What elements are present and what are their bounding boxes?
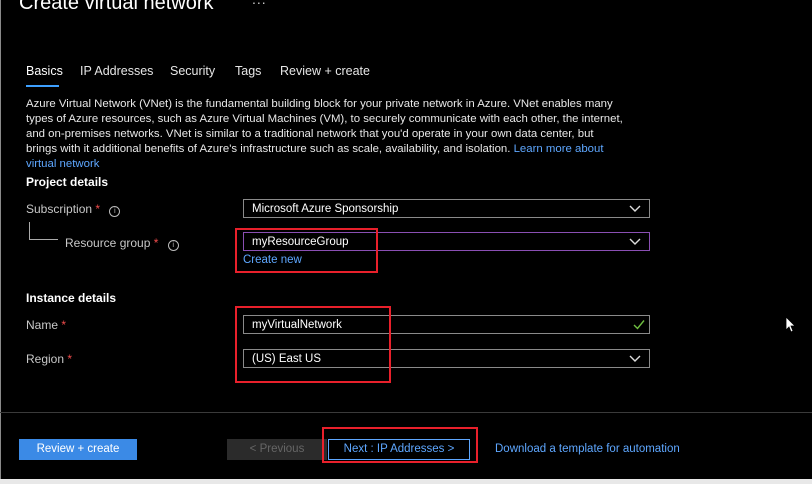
name-label-text: Name	[26, 318, 59, 332]
subscription-value: Microsoft Azure Sponsorship	[252, 203, 399, 215]
region-value: (US) East US	[252, 353, 322, 365]
resource-group-label-text: Resource group	[65, 236, 151, 250]
tab-basics[interactable]: Basics	[26, 64, 63, 78]
mouse-cursor-icon	[785, 316, 795, 333]
region-label: Region *	[26, 352, 72, 366]
bottom-bar	[0, 479, 812, 484]
tree-connector	[29, 222, 58, 240]
checkmark-icon	[633, 320, 645, 330]
previous-button[interactable]: < Previous	[227, 439, 327, 460]
create-vnet-page: Create virtual network ... Basics IP Add…	[0, 0, 812, 484]
name-value: myVirtualNetwork	[252, 319, 342, 331]
resource-group-select[interactable]: myResourceGroup	[243, 232, 650, 251]
region-select[interactable]: (US) East US	[243, 349, 650, 368]
subscription-label: Subscription * i	[26, 202, 121, 217]
tab-review-create[interactable]: Review + create	[280, 64, 370, 78]
name-input[interactable]: myVirtualNetwork	[243, 315, 650, 334]
window-edge	[0, 0, 1, 480]
review-create-button[interactable]: Review + create	[19, 439, 137, 460]
tab-ip-addresses[interactable]: IP Addresses	[80, 64, 153, 78]
chevron-down-icon	[629, 355, 641, 362]
resource-group-label: Resource group * i	[65, 236, 179, 251]
active-tab-indicator	[26, 85, 59, 87]
subscription-label-text: Subscription	[26, 202, 93, 216]
resource-group-value: myResourceGroup	[252, 236, 349, 248]
required-marker: *	[153, 236, 159, 250]
download-template-link[interactable]: Download a template for automation	[495, 443, 680, 455]
subscription-select[interactable]: Microsoft Azure Sponsorship	[243, 199, 650, 218]
required-marker: *	[95, 202, 101, 216]
chevron-down-icon	[629, 238, 641, 245]
info-icon[interactable]: i	[167, 240, 179, 251]
required-marker: *	[61, 318, 67, 332]
project-details-heading: Project details	[26, 175, 109, 189]
info-icon[interactable]: i	[109, 206, 121, 217]
tab-tags[interactable]: Tags	[235, 64, 261, 78]
intro-paragraph: Azure Virtual Network (VNet) is the fund…	[26, 97, 626, 172]
required-marker: *	[67, 352, 73, 366]
page-title: Create virtual network	[19, 0, 214, 14]
next-ip-addresses-button[interactable]: Next : IP Addresses >	[328, 439, 470, 460]
footer-divider	[0, 412, 812, 413]
tab-security[interactable]: Security	[170, 64, 215, 78]
create-new-link[interactable]: Create new	[243, 254, 302, 266]
more-actions-button[interactable]: ...	[252, 0, 267, 7]
instance-details-heading: Instance details	[26, 291, 117, 305]
region-label-text: Region	[26, 352, 65, 366]
name-label: Name *	[26, 318, 66, 332]
chevron-down-icon	[629, 205, 641, 212]
